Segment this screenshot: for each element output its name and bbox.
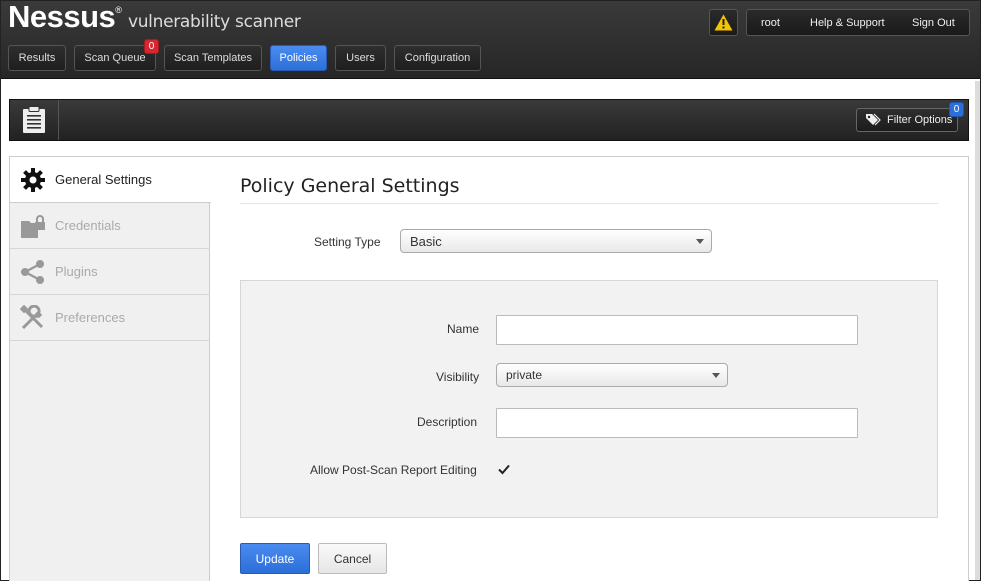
tab-results[interactable]: Results — [8, 45, 66, 71]
chevron-down-icon — [712, 373, 720, 378]
visibility-value: private — [506, 368, 543, 382]
brand-name: Nessus — [8, 0, 116, 34]
tab-policies[interactable]: Policies — [270, 45, 327, 71]
wrench-screwdriver-icon — [20, 305, 44, 330]
update-button[interactable]: Update — [240, 543, 310, 574]
checkmark-icon — [497, 464, 510, 475]
sidebar-item-general-settings[interactable]: General Settings — [10, 157, 211, 203]
tab-label: Users — [346, 52, 375, 64]
tab-label: Scan Templates — [173, 52, 253, 64]
username-link[interactable]: root — [761, 17, 780, 29]
sidebar-item-credentials[interactable]: Credentials — [10, 203, 210, 249]
scan-queue-count-badge: 0 — [144, 39, 159, 54]
clipboard-icon — [23, 106, 45, 133]
cancel-button[interactable]: Cancel — [318, 543, 387, 574]
policy-toolbar: Filter Options 0 — [9, 99, 969, 141]
help-support-link[interactable]: Help & Support — [810, 17, 885, 29]
page-scrollbar[interactable] — [975, 81, 980, 580]
tab-scan-templates[interactable]: Scan Templates — [164, 45, 262, 71]
filter-options-button[interactable]: Filter Options 0 — [856, 102, 964, 132]
visibility-label: Visibility — [436, 370, 480, 384]
warning-icon — [714, 14, 733, 31]
policy-editor: General Settings Credentials Plugins Pre… — [9, 156, 969, 581]
sign-out-link[interactable]: Sign Out — [912, 17, 955, 29]
tab-users[interactable]: Users — [335, 45, 386, 71]
sidebar-item-label: Preferences — [55, 310, 126, 325]
tab-label: Policies — [279, 52, 318, 64]
name-input[interactable] — [496, 315, 858, 345]
basic-settings-panel: Name Visibility private Description Allo… — [240, 280, 938, 518]
settings-sidebar: General Settings Credentials Plugins Pre… — [10, 157, 211, 581]
sidebar-item-label: Plugins — [55, 264, 98, 279]
warning-button[interactable] — [709, 9, 738, 36]
tags-icon — [866, 113, 881, 126]
page-title: Policy General Settings — [240, 175, 460, 197]
description-input[interactable] — [496, 408, 858, 438]
share-nodes-icon — [21, 260, 44, 284]
locked-folder-icon — [21, 215, 45, 238]
visibility-select[interactable]: private — [496, 363, 728, 387]
allow-edit-checkbox[interactable] — [497, 463, 510, 476]
tab-label: Scan Queue — [84, 52, 146, 64]
setting-type-label: Setting Type — [314, 235, 381, 249]
filter-count-badge: 0 — [949, 102, 964, 117]
tab-label: Results — [18, 52, 56, 64]
description-label: Description — [417, 415, 478, 429]
brand-registered-mark: ® — [115, 5, 122, 15]
sidebar-item-plugins[interactable]: Plugins — [10, 249, 210, 295]
setting-type-select[interactable]: Basic — [400, 229, 712, 253]
tab-label: Configuration — [404, 52, 471, 64]
gear-icon — [21, 168, 45, 192]
setting-type-value: Basic — [410, 233, 442, 249]
filter-options-label: Filter Options — [887, 114, 953, 126]
app-header: Nessus® vulnerability scanner root Help &… — [1, 0, 980, 79]
brand-subtitle: vulnerability scanner — [127, 12, 301, 32]
policy-list-button[interactable] — [10, 100, 59, 140]
tab-scan-queue[interactable]: Scan Queue 0 — [74, 39, 159, 71]
tab-configuration[interactable]: Configuration — [394, 45, 481, 71]
name-label: Name — [447, 322, 480, 336]
sidebar-item-label: General Settings — [55, 172, 152, 187]
brand-logo[interactable]: Nessus® vulnerability scanner — [8, 0, 301, 35]
user-menu: root Help & Support Sign Out — [746, 9, 970, 36]
sidebar-item-preferences[interactable]: Preferences — [10, 295, 210, 341]
title-divider — [240, 203, 938, 204]
allow-edit-label: Allow Post-Scan Report Editing — [310, 463, 477, 477]
chevron-down-icon — [696, 239, 704, 244]
sidebar-item-label: Credentials — [55, 218, 121, 233]
